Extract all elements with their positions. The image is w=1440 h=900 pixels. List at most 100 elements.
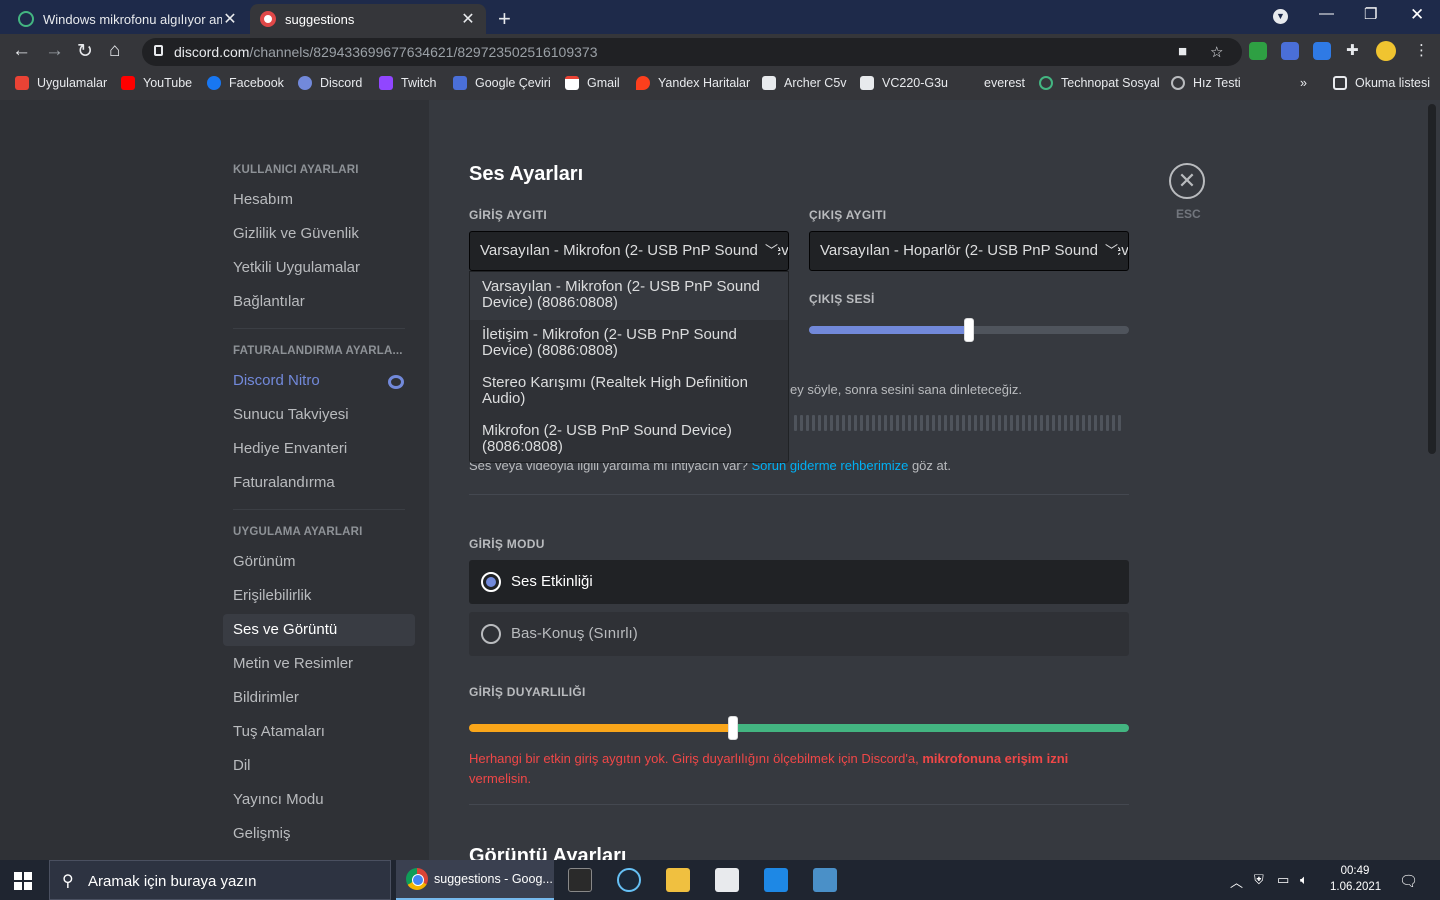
bookmark-google-translate[interactable]: Google Çeviri [453,76,551,90]
sidebar-item-appearance[interactable]: Görünüm [223,546,415,578]
store-icon[interactable] [715,868,739,892]
tab-search-icon[interactable]: ▼ [1273,9,1288,24]
volume-icon[interactable]: 🔈︎ [1300,872,1308,888]
sidebar-item-keybinds[interactable]: Tuş Atamaları [223,716,415,748]
notification-center-icon[interactable]: 🗨︎ [1399,872,1418,890]
back-icon[interactable]: ← [12,40,31,62]
close-tab-icon[interactable]: ✕ [460,9,476,29]
bookmark-technopat[interactable]: Technopat Sosyal [1039,76,1160,90]
extensions-puzzle-icon[interactable]: ✚ [1346,41,1359,59]
no-input-warning: Herhangi bir etkin giriş aygıtın yok. Gi… [469,751,1069,786]
windows-start-icon[interactable] [14,872,32,890]
bookmark-vc220[interactable]: VC220-G3u [860,76,948,90]
dropdown-option[interactable]: İletişim - Mikrofon (2- USB PnP Sound De… [470,320,788,368]
url-text[interactable]: discord.com/channels/829433699677634621/… [174,44,597,60]
new-tab-icon[interactable]: + [498,6,511,32]
dropdown-option[interactable]: Varsayılan - Mikrofon (2- USB PnP Sound … [470,272,788,320]
bookmark-yandex-maps[interactable]: Yandex Haritalar [636,76,750,90]
meter-bar [866,415,869,431]
radio-voice-activity[interactable]: Ses Etkinliği [469,560,1129,604]
sidebar-item-server-boost[interactable]: Sunucu Takviyesi [223,399,415,431]
steam-icon[interactable] [617,868,641,892]
sidebar-item-accessibility[interactable]: Erişilebilirlik [223,580,415,612]
sidebar-item-voice-video[interactable]: Ses ve Görüntü [223,614,415,646]
close-window-icon[interactable]: ✕ [1410,5,1424,25]
twitch-icon [379,76,393,90]
profile-avatar[interactable] [1376,41,1396,61]
restore-icon[interactable]: ❐ [1364,5,1377,23]
meter-bar [944,415,947,431]
output-device-value: Varsayılan - Hoparlör (2- USB PnP Sound … [820,242,1128,259]
search-placeholder: Aramak için buraya yazın [88,873,257,890]
sidebar-item-billing[interactable]: Faturalandırma [223,467,415,499]
taskbar-search[interactable]: ⚲ Aramak için buraya yazın [49,860,391,900]
clock-time: 00:49 [1340,865,1370,877]
address-bar[interactable]: discord.com/channels/829433699677634621/… [142,38,1242,66]
output-volume-handle[interactable] [964,318,974,342]
bookmark-apps[interactable]: Uygulamalar [15,76,107,90]
radio-push-to-talk[interactable]: Bas-Konuş (Sınırlı) [469,612,1129,656]
bookmark-star-icon[interactable]: ☆ [1210,43,1223,61]
sidebar-item-my-account[interactable]: Hesabım [223,184,415,216]
sensitivity-handle[interactable] [728,716,738,740]
sidebar-item-nitro[interactable]: Discord Nitro [223,365,415,397]
security-tray-icon[interactable]: ⛨ [1254,872,1264,888]
bookmark-facebook[interactable]: Facebook [207,76,284,90]
bookmark-discord[interactable]: Discord [298,76,362,90]
system-clock[interactable]: 00:49 1.06.2021 [1330,863,1382,895]
sidebar-item-gift-inventory[interactable]: Hediye Envanteri [223,433,415,465]
file-explorer-icon[interactable] [666,868,690,892]
clock-date: 1.06.2021 [1330,881,1382,893]
sidebar-item-streamer-mode[interactable]: Yayıncı Modu [223,784,415,816]
input-sensitivity-label: GİRİŞ DUYARLILIĞI [469,685,586,699]
sidebar-item-language[interactable]: Dil [223,750,415,782]
bookmarks-overflow[interactable]: » [1300,76,1307,90]
network-icon[interactable]: ▭ [1277,872,1289,888]
sidebar-item-advanced[interactable]: Gelişmiş [223,818,415,850]
bookmark-gmail[interactable]: Gmail [565,76,620,90]
input-device-select[interactable]: Varsayılan - Mikrofon (2- USB PnP Sound … [469,231,789,271]
reading-list[interactable]: Okuma listesi [1333,76,1430,90]
sidebar-item-text-images[interactable]: Metin ve Resimler [223,648,415,680]
sidebar-item-connections[interactable]: Bağlantılar [223,286,415,318]
nitro-icon [388,375,404,389]
sidebar-item-authorized-apps[interactable]: Yetkili Uygulamalar [223,252,415,284]
router-page-icon [860,76,874,90]
meter-bar [1100,415,1103,431]
bookmark-speed-test[interactable]: Hız Testi [1171,76,1241,90]
lock-icon[interactable] [154,45,163,56]
sidebar-item-privacy[interactable]: Gizlilik ve Güvenlik [223,218,415,250]
minimize-icon[interactable]: — [1319,5,1334,22]
dropdown-option[interactable]: Mikrofon (2- USB PnP Sound Device) (8086… [470,416,788,462]
extension-icon[interactable] [1313,42,1331,60]
bookmark-youtube[interactable]: YouTube [121,76,192,90]
browser-tab[interactable]: Windows mikrofonu algılıyor ama discord … [8,4,248,34]
sidebar-item-notifications[interactable]: Bildirimler [223,682,415,714]
bookmark-twitch[interactable]: Twitch [379,76,436,90]
tray-overflow-icon[interactable]: ︿ [1230,872,1243,891]
close-tab-icon[interactable]: ✕ [222,9,238,29]
adblock-extension-icon[interactable] [1249,42,1267,60]
reload-icon[interactable]: ↻ [77,40,93,63]
bookmark-everest[interactable]: everest [962,76,1025,90]
input-device-label: GİRİŞ AYGITI [469,208,548,222]
home-icon[interactable]: ⌂ [109,40,120,62]
dropdown-option[interactable]: Stereo Karışımı (Realtek High Definition… [470,368,788,416]
epic-games-icon[interactable] [568,868,592,892]
meter-bar [974,415,977,431]
bookmark-archer[interactable]: Archer C5v [762,76,847,90]
bookmarks-bar: Uygulamalar YouTube Facebook Discord Twi… [0,70,1440,100]
output-device-select[interactable]: Varsayılan - Hoparlör (2- USB PnP Sound … [809,231,1129,271]
search-icon: ⚲ [62,873,74,890]
mail-icon[interactable] [764,868,788,892]
menu-kebab-icon[interactable]: ⋮ [1414,41,1429,59]
translate-extension-icon[interactable] [1281,42,1299,60]
close-settings-button[interactable]: ✕ [1169,163,1205,199]
app-window-icon[interactable] [813,868,837,892]
meter-bar [806,415,809,431]
camera-blocked-icon[interactable]: ■ [1178,43,1187,60]
browser-tab-active[interactable]: suggestions ✕ [250,4,486,34]
taskbar-chrome-app[interactable]: suggestions - Goog... [396,860,554,900]
forward-icon[interactable]: → [45,40,64,62]
content-scrollbar[interactable] [1428,104,1436,454]
